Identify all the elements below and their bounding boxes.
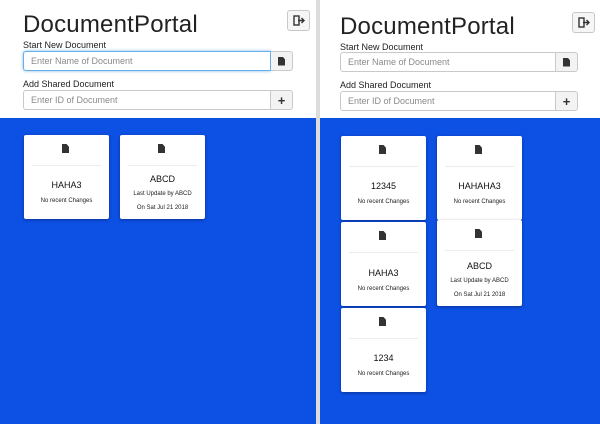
document-card[interactable]: HAHAHA3 No recent Changes — [437, 136, 522, 220]
card-divider — [349, 338, 418, 339]
add-shared-button[interactable]: + — [271, 90, 293, 110]
plus-icon: + — [277, 92, 286, 108]
new-document-name-input[interactable] — [23, 51, 271, 71]
card-divider — [32, 165, 101, 166]
file-icon — [563, 57, 570, 67]
app-title: DocumentPortal — [23, 11, 198, 38]
document-name: 12345 — [370, 181, 397, 191]
document-name: ABCD — [149, 174, 175, 184]
start-new-label: Start New Document — [340, 42, 424, 52]
app-title: DocumentPortal — [340, 13, 515, 40]
document-date: On Sat Jul 21 2018 — [136, 205, 189, 211]
card-divider — [445, 166, 514, 167]
document-card[interactable]: HAHA3 No recent Changes — [341, 222, 426, 306]
document-card[interactable]: 12345 No recent Changes — [341, 136, 426, 220]
logout-button[interactable] — [287, 10, 310, 31]
right-window: DocumentPortal Start New Document Add Sh… — [320, 0, 600, 424]
add-shared-button[interactable]: + — [556, 91, 578, 111]
document-card[interactable]: ABCD Last Update by ABCD On Sat Jul 21 2… — [120, 135, 205, 219]
card-divider — [128, 165, 197, 166]
document-status: No recent Changes — [453, 199, 506, 205]
file-icon — [278, 56, 285, 66]
logout-button[interactable] — [572, 12, 595, 33]
new-document-name-input[interactable] — [340, 52, 556, 72]
documents-area: HAHA3 No recent Changes ABCD Last Update… — [0, 118, 316, 424]
document-name: HAHAHA3 — [458, 181, 501, 191]
file-icon — [475, 145, 482, 154]
header: DocumentPortal Start New Document Add Sh… — [320, 0, 600, 118]
create-document-button[interactable] — [556, 52, 578, 72]
document-name: HAHA3 — [51, 180, 82, 190]
file-icon — [475, 229, 482, 238]
add-shared-group: + — [23, 90, 293, 110]
start-new-label: Start New Document — [23, 40, 107, 50]
add-shared-group: + — [340, 91, 578, 111]
add-shared-label: Add Shared Document — [340, 80, 432, 90]
file-icon — [158, 144, 165, 153]
shared-document-id-input[interactable] — [23, 90, 271, 110]
start-new-group — [23, 51, 293, 71]
file-icon — [62, 144, 69, 153]
document-name: 1234 — [373, 353, 394, 363]
file-icon — [379, 231, 386, 240]
sign-out-icon — [578, 17, 590, 28]
plus-icon: + — [562, 93, 571, 109]
card-divider — [349, 252, 418, 253]
shared-document-id-input[interactable] — [340, 91, 556, 111]
header: DocumentPortal Start New Document Add Sh… — [0, 0, 316, 118]
start-new-group — [340, 52, 578, 72]
add-shared-label: Add Shared Document — [23, 79, 115, 89]
document-card[interactable]: 1234 No recent Changes — [341, 308, 426, 392]
documents-area: 12345 No recent Changes HAHAHA3 No recen… — [320, 118, 600, 424]
card-divider — [445, 250, 514, 251]
file-icon — [379, 317, 386, 326]
create-document-button[interactable] — [271, 51, 293, 71]
document-status: No recent Changes — [357, 199, 410, 205]
document-card[interactable]: HAHA3 No recent Changes — [24, 135, 109, 219]
document-card[interactable]: ABCD Last Update by ABCD On Sat Jul 21 2… — [437, 220, 522, 306]
card-divider — [349, 166, 418, 167]
document-status: Last Update by ABCD — [133, 191, 192, 197]
document-status: No recent Changes — [357, 286, 410, 292]
file-icon — [379, 145, 386, 154]
document-status: No recent Changes — [40, 198, 93, 204]
sign-out-icon — [293, 15, 305, 26]
document-status: Last Update by ABCD — [450, 278, 509, 284]
document-name: HAHA3 — [368, 268, 399, 278]
left-window: DocumentPortal Start New Document Add Sh… — [0, 0, 316, 424]
document-name: ABCD — [466, 261, 492, 271]
document-date: On Sat Jul 21 2018 — [453, 292, 506, 298]
document-status: No recent Changes — [357, 371, 410, 377]
